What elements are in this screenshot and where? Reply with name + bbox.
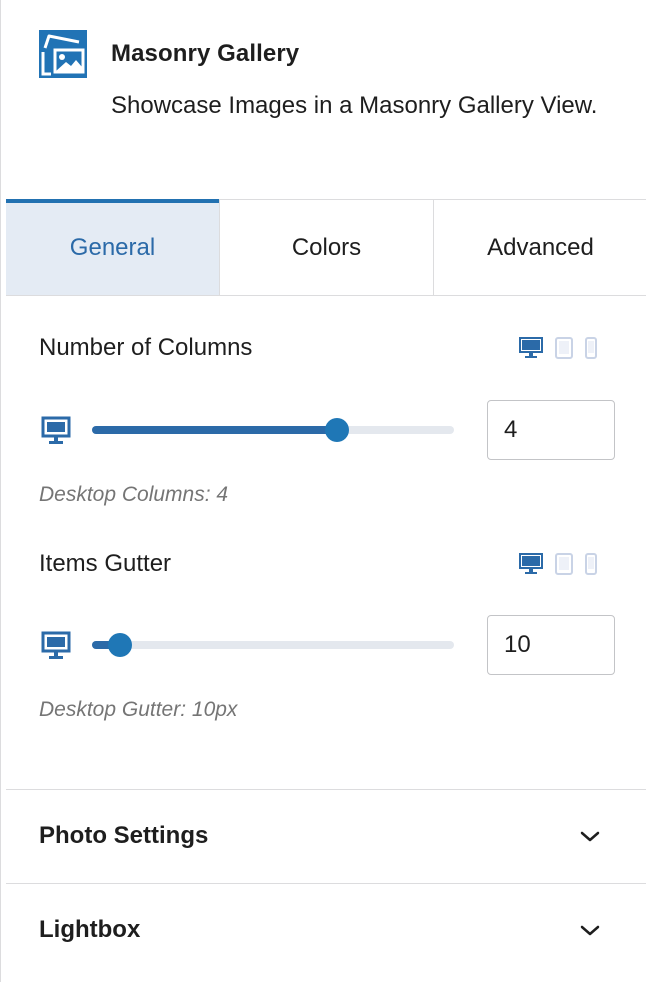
block-settings-panel: Masonry Gallery Showcase Images in a Mas… (0, 0, 646, 982)
photo-settings-title: Photo Settings (39, 822, 209, 849)
block-title: Masonry Gallery (111, 40, 300, 67)
lightbox-title: Lightbox (39, 916, 141, 943)
columns-range-control (39, 400, 615, 460)
gutter-slider[interactable] (92, 633, 454, 657)
tab-general[interactable]: General (6, 199, 220, 295)
gutter-range-control (39, 615, 615, 675)
tab-advanced[interactable]: Advanced (434, 200, 646, 295)
gutter-number-input[interactable] (487, 615, 615, 675)
block-description: Showcase Images in a Masonry Gallery Vie… (111, 92, 598, 119)
columns-number-input[interactable] (487, 400, 615, 460)
lightbox-section[interactable]: Lightbox (6, 883, 646, 977)
columns-slider[interactable] (92, 418, 454, 442)
chevron-down-icon[interactable] (578, 918, 602, 942)
mobile-icon[interactable] (585, 337, 597, 359)
gutter-label: Items Gutter (39, 550, 172, 577)
columns-label: Number of Columns (39, 334, 253, 361)
tablet-icon[interactable] (555, 553, 573, 575)
tab-colors[interactable]: Colors (220, 200, 434, 295)
tablet-icon[interactable] (555, 337, 573, 359)
gutter-help-text: Desktop Gutter: 10px (39, 698, 238, 721)
columns-device-switcher (519, 336, 597, 360)
columns-slider-fill (92, 426, 338, 434)
desktop-icon (39, 629, 79, 661)
block-card: Masonry Gallery Showcase Images in a Mas… (1, 0, 646, 200)
gutter-device-switcher (519, 552, 597, 576)
mobile-icon[interactable] (585, 553, 597, 575)
desktop-icon (39, 414, 79, 446)
columns-help-text: Desktop Columns: 4 (39, 483, 229, 506)
columns-slider-thumb[interactable] (325, 418, 350, 442)
desktop-icon[interactable] (519, 337, 543, 359)
gallery-image-icon (39, 30, 87, 78)
desktop-icon[interactable] (519, 553, 543, 575)
photo-settings-section[interactable]: Photo Settings (6, 789, 646, 883)
gutter-slider-thumb[interactable] (107, 633, 132, 657)
settings-tabs: General Colors Advanced (6, 199, 646, 296)
chevron-down-icon[interactable] (578, 824, 602, 848)
